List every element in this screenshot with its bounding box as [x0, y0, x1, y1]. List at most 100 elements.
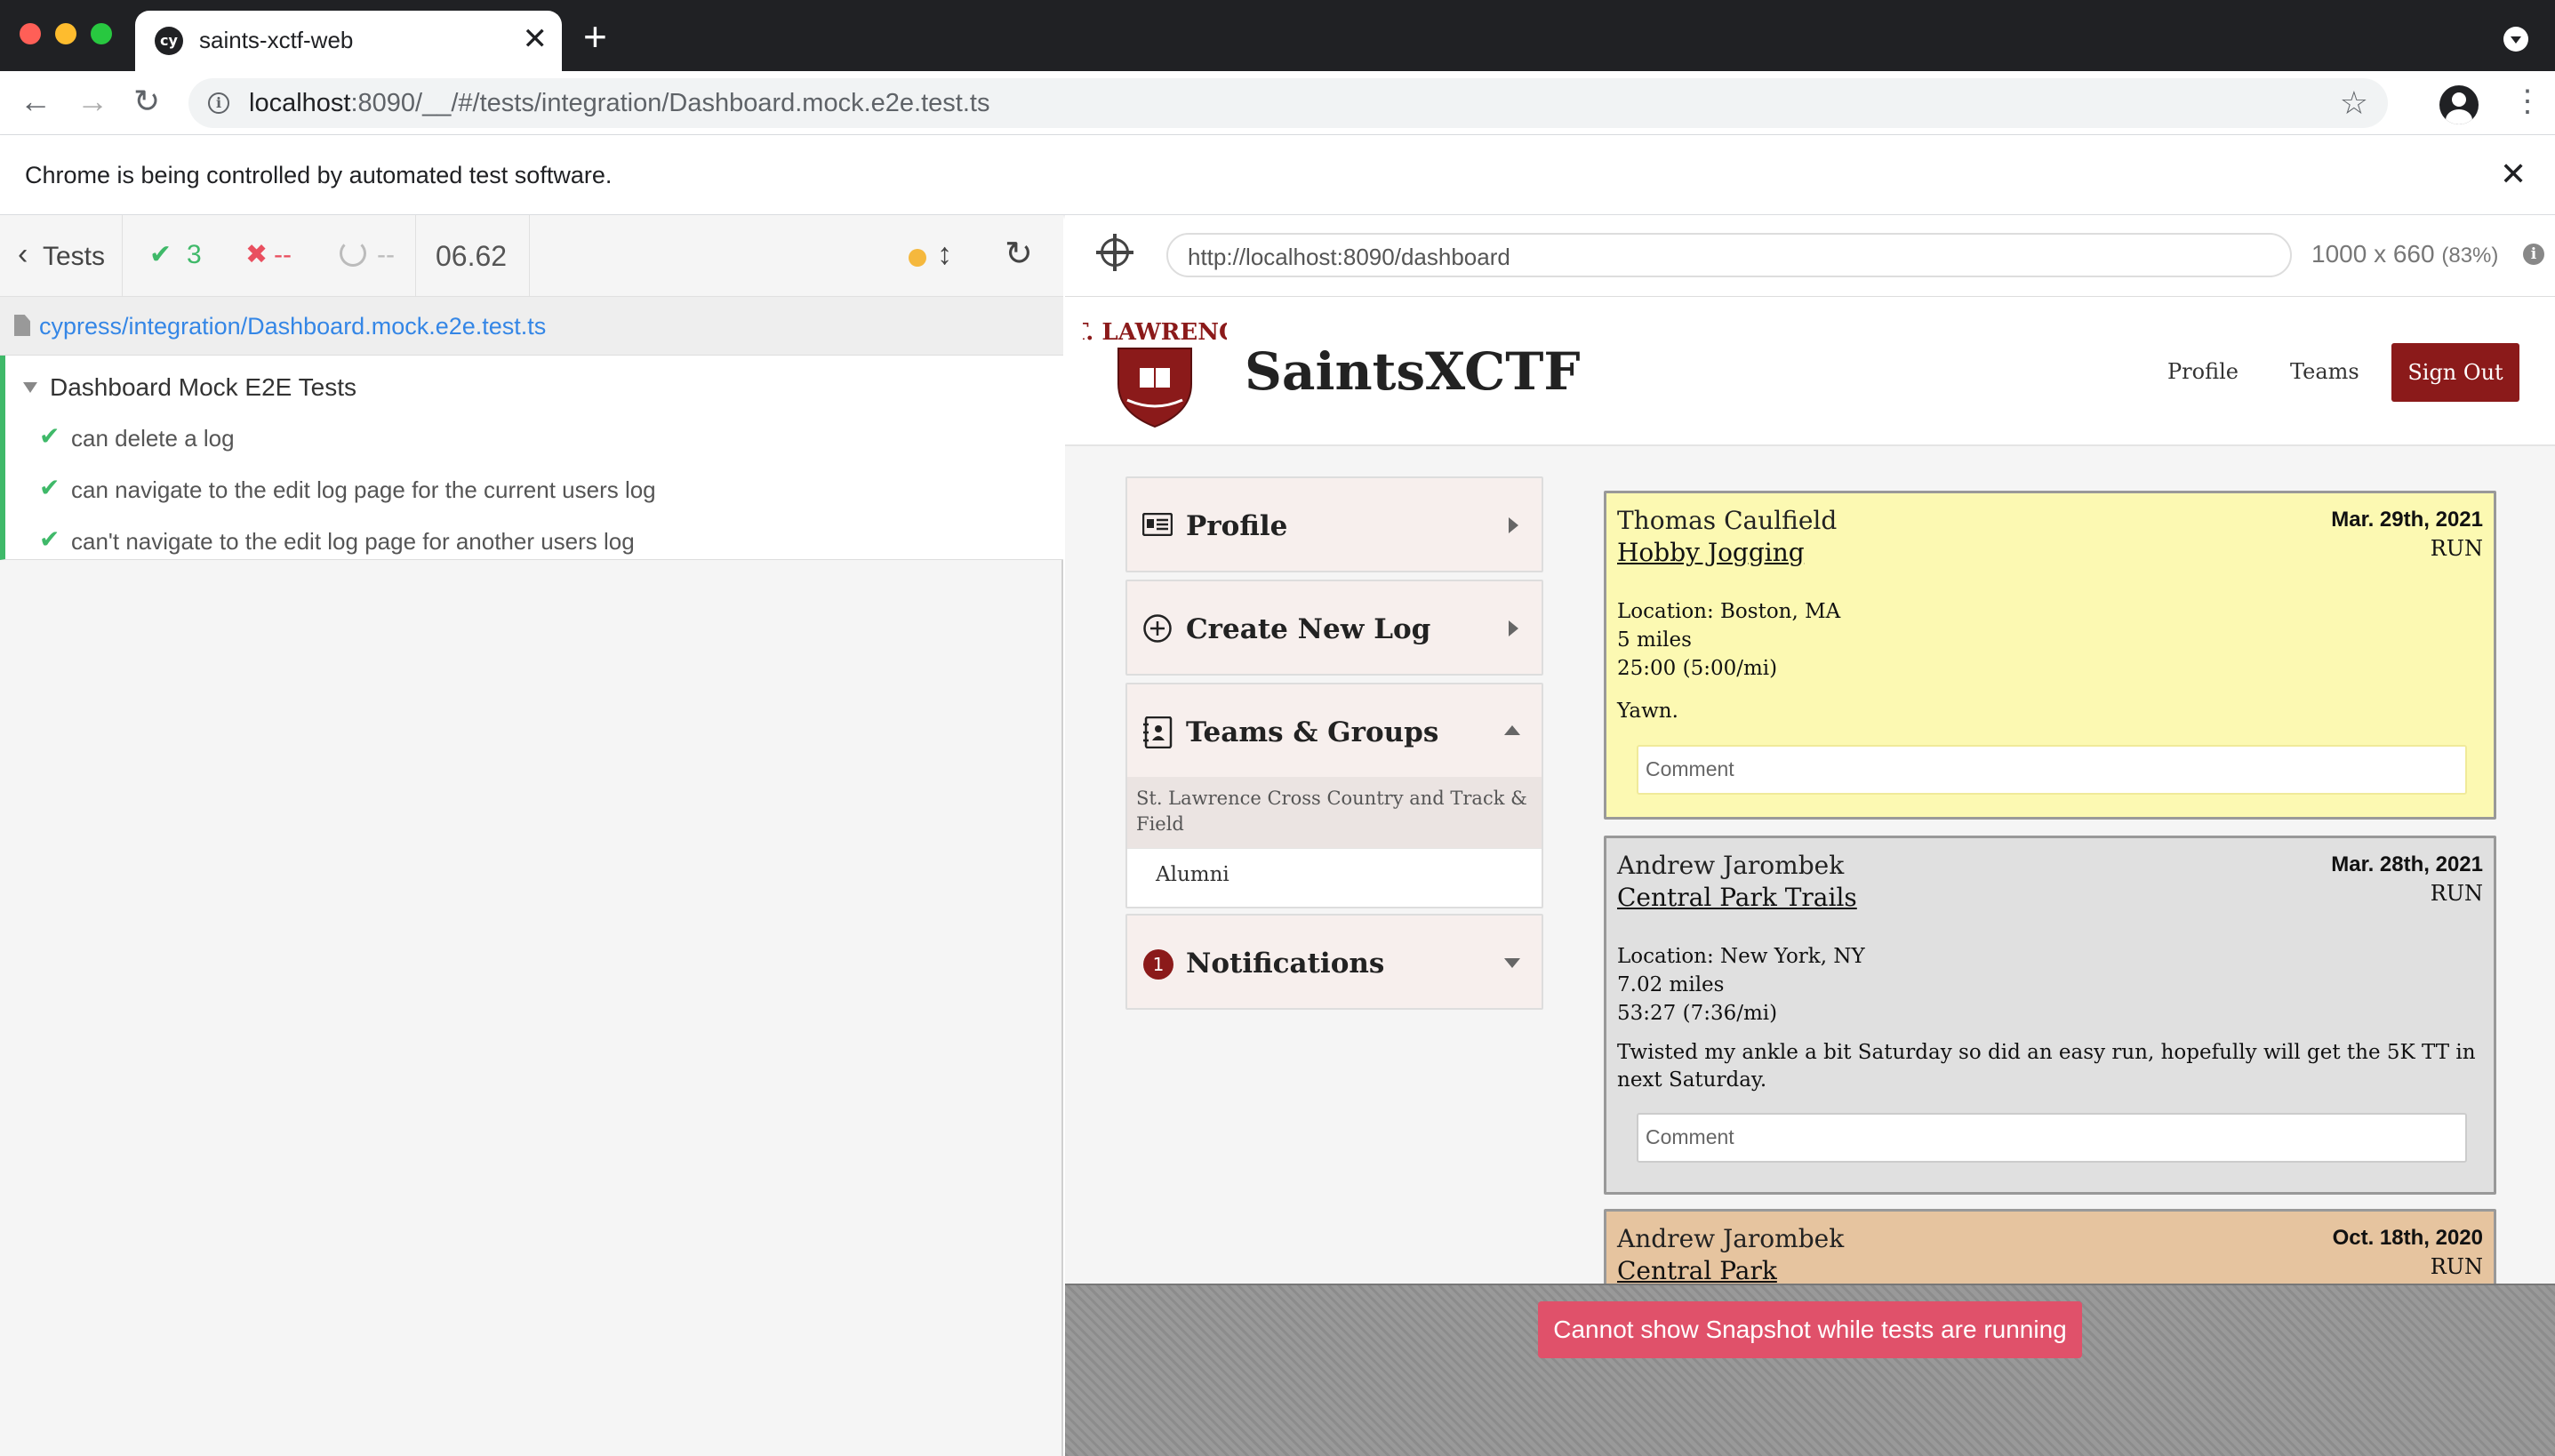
log-card: Andrew Jarombek Central Park Trails Mar.… — [1604, 836, 2496, 1195]
spec-file-bar: cypress/integration/Dashboard.mock.e2e.t… — [0, 297, 1063, 356]
notifications-accordion[interactable]: 1 Notifications — [1125, 914, 1543, 1010]
contacts-book-icon — [1141, 716, 1173, 755]
log-distance: 5 miles — [1617, 628, 1692, 652]
profile-avatar-icon[interactable] — [2439, 85, 2479, 124]
log-type: RUN — [2430, 881, 2483, 906]
failed-x-icon: ✖ — [245, 240, 268, 269]
spec-file-link[interactable]: cypress/integration/Dashboard.mock.e2e.t… — [39, 313, 546, 340]
plus-circle-icon — [1141, 613, 1173, 650]
st-lawrence-logo[interactable]: ST. LAWRENCE — [1083, 313, 1227, 428]
forward-icon[interactable]: → — [76, 84, 108, 119]
cypress-favicon-icon: cy — [155, 27, 183, 55]
new-tab-button[interactable]: + — [583, 16, 607, 57]
tab-title: saints-xctf-web — [199, 27, 354, 53]
aut-url-field: http://localhost:8090/dashboard — [1166, 233, 2292, 277]
log-title-link[interactable]: Hobby Jogging — [1617, 538, 1805, 567]
infobar-close-icon[interactable]: ✕ — [2500, 156, 2527, 192]
app-title[interactable]: SaintsXCTF — [1245, 341, 1581, 402]
app-navbar: ST. LAWRENCE SaintsXCTF Profile Teams Si… — [1065, 297, 2555, 446]
auto-scroll-icon[interactable]: ↕ — [937, 236, 952, 272]
pending-count: -- — [377, 240, 395, 269]
address-bar-url[interactable]: localhost:8090/__/#/tests/integration/Da… — [249, 89, 989, 118]
aut-url-text: http://localhost:8090/dashboard — [1188, 244, 1510, 270]
log-date: Mar. 28th, 2021 — [2331, 852, 2483, 876]
log-location: Location: New York, NY — [1617, 945, 1865, 968]
sign-out-button[interactable]: Sign Out — [2391, 343, 2519, 402]
tests-back-button[interactable]: ‹ Tests — [0, 215, 123, 297]
log-card: Andrew Jarombek Central Park Oct. 18th, … — [1604, 1209, 2496, 1284]
notification-count-badge: 1 — [1143, 949, 1173, 980]
log-location: Location: Boston, MA — [1617, 600, 1841, 623]
test-title: can navigate to the edit log page for th… — [71, 476, 656, 503]
create-log-accordion[interactable]: Create New Log — [1125, 580, 1543, 676]
address-bar[interactable]: i localhost:8090/__/#/tests/integration/… — [188, 78, 2388, 128]
infobar-message: Chrome is being controlled by automated … — [25, 162, 613, 188]
viewport-info-icon[interactable]: i — [2523, 244, 2544, 265]
team-item[interactable]: St. Lawrence Cross Country and Track & F… — [1127, 777, 1542, 848]
zoom-window-button[interactable] — [91, 23, 112, 44]
comment-input[interactable]: Comment — [1637, 1113, 2467, 1163]
log-description: Yawn. — [1617, 700, 1678, 723]
logo-text: ST. LAWRENCE — [1083, 319, 1227, 346]
duration-value: 06.62 — [436, 240, 508, 272]
suite-title[interactable]: Dashboard Mock E2E Tests — [50, 373, 356, 402]
site-info-icon[interactable]: i — [208, 92, 229, 114]
failed-count: -- — [274, 240, 292, 269]
selector-playground-icon[interactable] — [1096, 234, 1133, 271]
id-card-icon — [1141, 510, 1173, 542]
nav-profile-link[interactable]: Profile — [2167, 359, 2239, 384]
back-icon[interactable]: ← — [20, 84, 52, 119]
close-window-button[interactable] — [20, 23, 41, 44]
caret-right-icon — [1509, 517, 1518, 533]
log-time: 53:27 (7:36/mi) — [1617, 1002, 1778, 1025]
browser-tab[interactable]: cy saints-xctf-web ✕ — [135, 11, 562, 71]
log-user-link[interactable]: Andrew Jarombek — [1617, 851, 1844, 880]
log-user-link[interactable]: Thomas Caulfield — [1617, 506, 1837, 535]
tab-close-icon[interactable]: ✕ — [523, 23, 549, 55]
tab-search-icon[interactable] — [2503, 27, 2528, 52]
snapshot-message: Cannot show Snapshot while tests are run… — [1538, 1301, 2082, 1358]
aut-header: http://localhost:8090/dashboard 1000 x 6… — [1065, 215, 2555, 297]
teams-groups-accordion-title: Teams & Groups — [1186, 716, 1439, 748]
group-item[interactable]: Alumni — [1127, 848, 1542, 907]
test-title: can delete a log — [71, 425, 235, 452]
run-duration: 06.62 — [416, 215, 530, 297]
test-title: can't navigate to the edit log page for … — [71, 528, 635, 555]
check-icon: ✔ — [39, 525, 60, 553]
teams-groups-accordion[interactable]: Teams & Groups St. Lawrence Cross Countr… — [1125, 683, 1543, 908]
profile-accordion[interactable]: Profile — [1125, 476, 1543, 572]
nav-teams-link[interactable]: Teams — [2290, 359, 2359, 384]
reporter-header: ‹ Tests ✔ 3 ✖ -- -- 06.62 ↕ ↻ — [0, 215, 1063, 297]
log-card: Thomas Caulfield Hobby Jogging Mar. 29th… — [1604, 491, 2496, 820]
reload-icon[interactable]: ↻ — [133, 84, 160, 119]
caret-right-icon — [1509, 620, 1518, 636]
log-type: RUN — [2430, 536, 2483, 561]
log-type: RUN — [2430, 1254, 2483, 1279]
log-title-link[interactable]: Central Park Trails — [1617, 883, 1857, 912]
caret-down-icon[interactable] — [23, 382, 37, 393]
test-stats: ✔ 3 ✖ -- -- — [123, 215, 416, 297]
caret-down-icon — [1504, 958, 1520, 968]
viewport-size: 1000 x 660 (83%) — [2311, 240, 2499, 268]
caret-up-icon — [1504, 725, 1520, 735]
file-icon — [14, 315, 30, 336]
log-title-link[interactable]: Central Park — [1617, 1256, 1777, 1284]
check-icon: ✔ — [39, 422, 60, 450]
log-time: 25:00 (5:00/mi) — [1617, 657, 1778, 680]
bookmark-star-icon[interactable]: ☆ — [2340, 85, 2368, 121]
notifications-accordion-title: Notifications — [1186, 948, 1385, 980]
passed-count: 3 — [187, 240, 202, 269]
profile-accordion-title: Profile — [1186, 510, 1288, 542]
automation-infobar: Chrome is being controlled by automated … — [0, 135, 2555, 215]
log-description: Twisted my ankle a bit Saturday so did a… — [1617, 1041, 2476, 1092]
comment-input[interactable]: Comment — [1637, 745, 2467, 795]
check-icon: ✔ — [39, 474, 60, 501]
test-suite: Dashboard Mock E2E Tests ✔ can delete a … — [0, 356, 1063, 560]
create-log-accordion-title: Create New Log — [1186, 613, 1431, 645]
pending-spinner-icon — [340, 240, 366, 267]
more-menu-icon[interactable]: ⋮ — [2512, 84, 2543, 119]
minimize-window-button[interactable] — [55, 23, 76, 44]
log-user-link[interactable]: Andrew Jarombek — [1617, 1224, 1844, 1253]
restart-tests-icon[interactable]: ↻ — [1005, 235, 1033, 274]
passed-check-icon: ✔ — [149, 240, 172, 269]
